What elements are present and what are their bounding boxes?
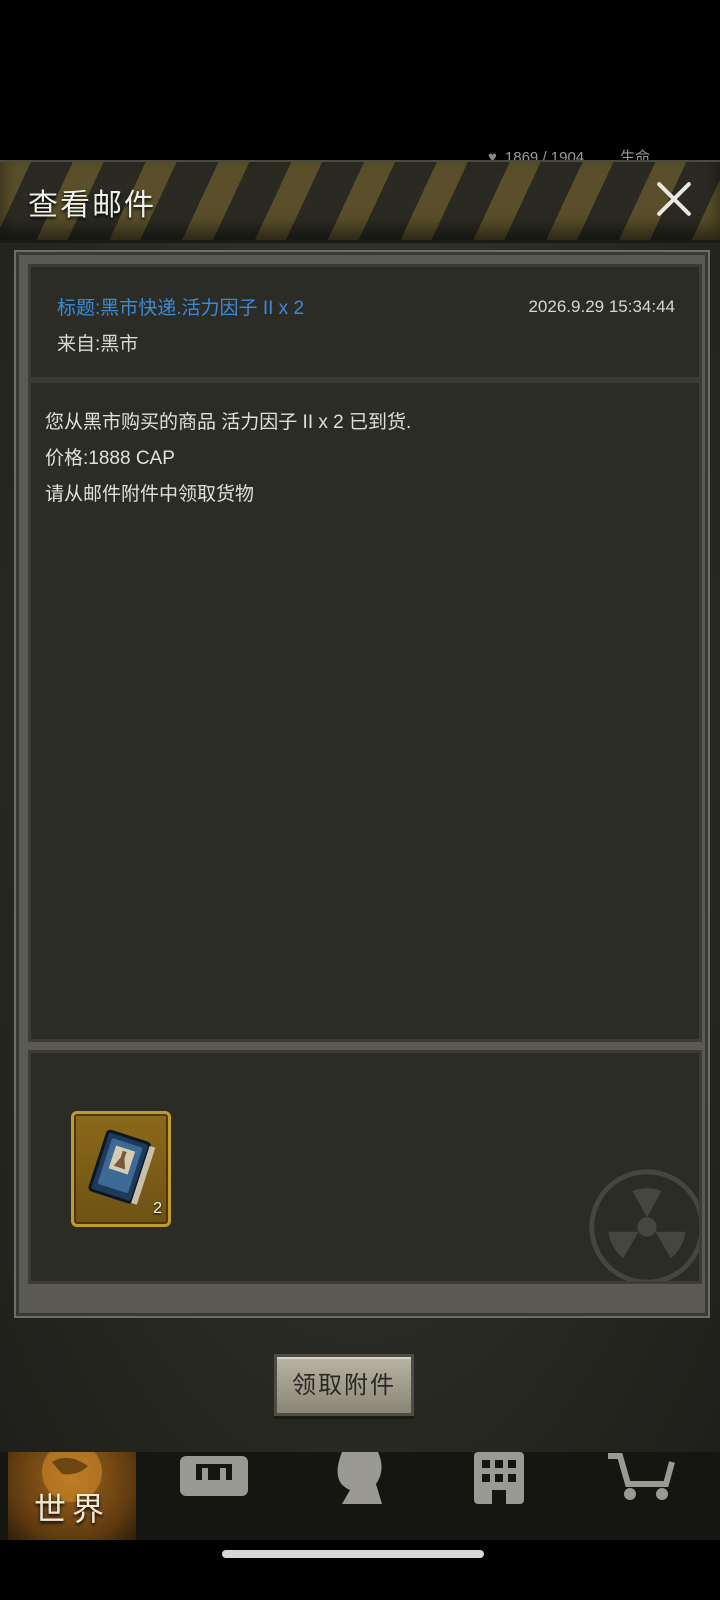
item-count: 2 [153,1200,162,1217]
bottom-nav: 世界 [0,1452,720,1540]
claim-attachment-button[interactable]: 领取附件 [274,1354,414,1416]
mail-body-text: 您从黑市购买的商品 活力因子 II x 2 已到货. 价格:1888 CAP 请… [45,405,411,513]
mail-body-line: 您从黑市购买的商品 活力因子 II x 2 已到货. [45,412,412,433]
home-indicator[interactable] [222,1550,484,1558]
nav-world-label: 世界 [33,1490,110,1528]
mail-header-box: 标题:黑市快递.活力因子 II x 2 2026.9.29 15:34:44 来… [28,264,702,380]
building-icon[interactable] [470,1452,528,1508]
mail-body-line: 价格:1888 CAP [45,448,175,469]
mail-subject: 标题:黑市快递.活力因子 II x 2 [57,298,305,319]
attachment-item-slot[interactable]: 2 [71,1111,171,1227]
attachments-area: 2 [28,1050,702,1284]
mail-sender: 来自:黑市 [57,334,139,355]
mail-body: 您从黑市购买的商品 活力因子 II x 2 已到货. 价格:1888 CAP 请… [28,380,702,1042]
system-bar-area [0,1540,720,1600]
close-button[interactable] [654,178,694,218]
backpack-icon[interactable] [176,1452,252,1502]
radiation-icon [589,1169,699,1281]
mail-date: 2026.9.29 15:34:44 [528,297,675,316]
character-icon[interactable] [322,1452,392,1508]
mail-body-line: 请从邮件附件中领取货物 [45,484,255,505]
dialog-header: 查看邮件 [0,162,720,243]
mail-panel: 标题:黑市快递.活力因子 II x 2 2026.9.29 15:34:44 来… [14,250,710,1318]
mail-dialog: 查看邮件 标题:黑市快递.活力因子 II x 2 2026.9.29 15:34… [0,160,720,1482]
nav-tab-world[interactable]: 世界 [8,1452,136,1540]
dialog-title: 查看邮件 [28,188,156,223]
top-blank-area [0,0,720,160]
cart-icon[interactable] [606,1452,676,1502]
